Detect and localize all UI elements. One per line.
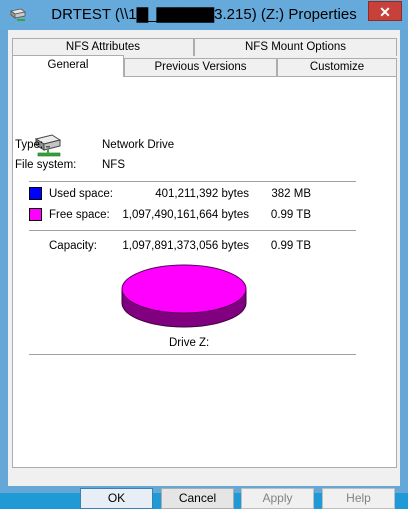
used-space-label: Used space:: [49, 188, 113, 200]
tab-nfs-attributes[interactable]: NFS Attributes: [12, 38, 194, 56]
window-title: DRTEST (\\1▇_▇▇▇▇▇3.215) (Z:) Properties: [51, 6, 357, 23]
separator: [29, 354, 356, 355]
used-space-swatch: [29, 187, 42, 200]
file-system-value: NFS: [102, 159, 125, 171]
help-button[interactable]: Help: [322, 488, 395, 509]
tab-nfs-mount-options[interactable]: NFS Mount Options: [194, 38, 397, 56]
used-space-size: 382 MB: [271, 188, 311, 200]
file-system-label: File system:: [15, 159, 77, 171]
free-space-label: Free space:: [49, 209, 110, 221]
capacity-size: 0.99 TB: [270, 240, 311, 252]
title-bar[interactable]: DRTEST (\\1▇_▇▇▇▇▇3.215) (Z:) Properties…: [0, 0, 408, 30]
cancel-button[interactable]: Cancel: [161, 488, 234, 509]
free-space-bytes: 1,097,490,161,664 bytes: [122, 209, 249, 221]
dialog-body: NFS Attributes NFS Mount Options General…: [8, 30, 400, 509]
general-tab-panel: Type: Network Drive File system: NFS Use…: [12, 76, 397, 468]
close-button[interactable]: ✕: [368, 1, 402, 21]
tab-general[interactable]: General: [12, 55, 124, 77]
free-space-size: 0.99 TB: [270, 209, 311, 221]
free-space-swatch: [29, 208, 42, 221]
type-value: Network Drive: [102, 139, 175, 151]
used-space-bytes: 401,211,392 bytes: [155, 188, 249, 200]
separator: [29, 230, 356, 231]
type-label: Type:: [15, 139, 44, 151]
tab-customize[interactable]: Customize: [277, 58, 397, 76]
disk-usage-pie: [121, 264, 247, 328]
ok-button[interactable]: OK: [80, 488, 153, 509]
drive-label: Drive Z:: [169, 337, 210, 349]
properties-window: DRTEST (\\1▇_▇▇▇▇▇3.215) (Z:) Properties…: [0, 0, 408, 509]
tab-previous-versions[interactable]: Previous Versions: [124, 58, 277, 76]
apply-button[interactable]: Apply: [241, 488, 314, 509]
capacity-bytes: 1,097,891,373,056 bytes: [122, 240, 249, 252]
capacity-label: Capacity:: [49, 240, 97, 252]
separator: [29, 181, 356, 182]
